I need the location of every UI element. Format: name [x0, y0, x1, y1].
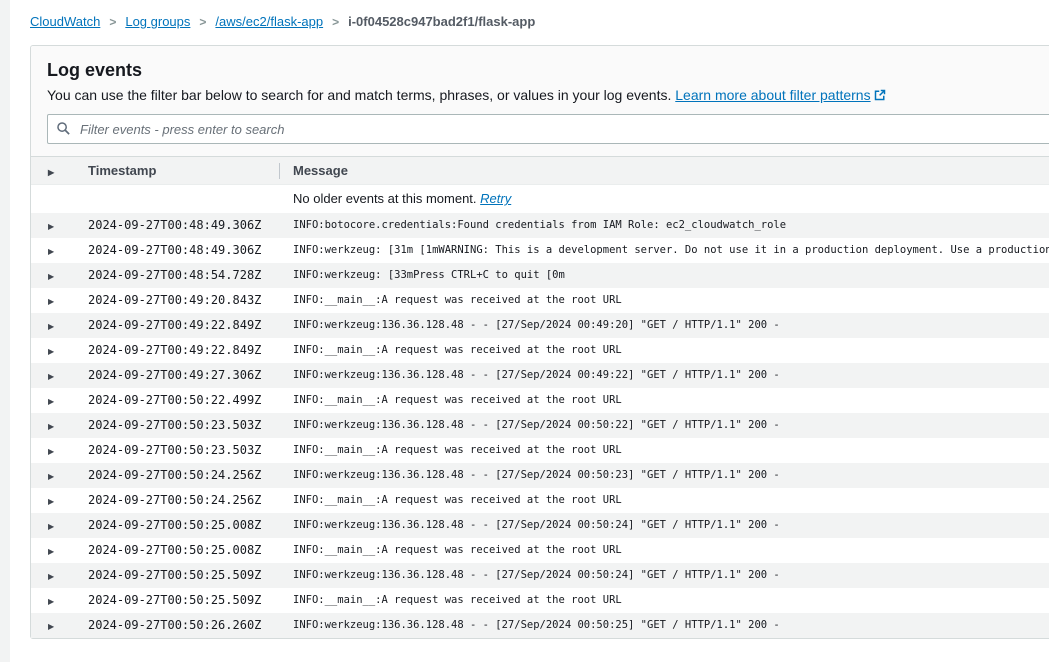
breadcrumb-separator-icon: >: [332, 15, 339, 29]
row-timestamp: 2024-09-27T00:50:24.256Z: [75, 463, 279, 488]
row-timestamp: 2024-09-27T00:50:25.008Z: [75, 538, 279, 563]
expand-row-icon[interactable]: ▶: [48, 397, 54, 406]
row-timestamp: 2024-09-27T00:49:27.306Z: [75, 363, 279, 388]
expand-row-icon[interactable]: ▶: [48, 372, 54, 381]
row-timestamp: 2024-09-27T00:49:20.843Z: [75, 288, 279, 313]
log-event-row: ▶ 2024-09-27T00:50:24.256Z INFO:werkzeug…: [31, 463, 1049, 488]
expand-row-icon[interactable]: ▶: [48, 222, 54, 231]
filter-bar: [47, 114, 1049, 144]
log-event-row: ▶ 2024-09-27T00:49:27.306Z INFO:werkzeug…: [31, 363, 1049, 388]
row-message: INFO:werkzeug:136.36.128.48 - - [27/Sep/…: [279, 563, 1049, 588]
expand-row-icon[interactable]: ▶: [48, 572, 54, 581]
breadcrumb-link[interactable]: /aws/ec2/flask-app: [215, 14, 323, 29]
expand-row-icon[interactable]: ▶: [48, 297, 54, 306]
expand-row-icon[interactable]: ▶: [48, 422, 54, 431]
left-rail: [0, 0, 10, 662]
row-message: INFO:__main__:A request was received at …: [279, 388, 1049, 413]
log-events-table: ▶ Timestamp Message No older events at t…: [31, 156, 1049, 638]
learn-more-link[interactable]: Learn more about filter patterns: [675, 87, 885, 103]
row-timestamp: 2024-09-27T00:50:22.499Z: [75, 388, 279, 413]
row-message: INFO:werkzeug:136.36.128.48 - - [27/Sep/…: [279, 613, 1049, 638]
log-event-row: ▶ 2024-09-27T00:48:54.728Z INFO:werkzeug…: [31, 263, 1049, 288]
row-message: INFO:werkzeug:136.36.128.48 - - [27/Sep/…: [279, 313, 1049, 338]
log-table-body: No older events at this moment. Retry ▶ …: [31, 185, 1049, 638]
row-timestamp: 2024-09-27T00:50:23.503Z: [75, 413, 279, 438]
row-timestamp: 2024-09-27T00:50:23.503Z: [75, 438, 279, 463]
expand-row-icon[interactable]: ▶: [48, 597, 54, 606]
row-timestamp: 2024-09-27T00:50:26.260Z: [75, 613, 279, 638]
filter-events-input[interactable]: [47, 114, 1049, 144]
log-event-row: ▶ 2024-09-27T00:50:24.256Z INFO:__main__…: [31, 488, 1049, 513]
row-message: INFO:werkzeug:136.36.128.48 - - [27/Sep/…: [279, 413, 1049, 438]
no-older-events-text: No older events at this moment.: [293, 191, 477, 206]
expand-row-icon[interactable]: ▶: [48, 247, 54, 256]
expand-row-icon[interactable]: ▶: [48, 272, 54, 281]
log-event-row: ▶ 2024-09-27T00:50:22.499Z INFO:__main__…: [31, 388, 1049, 413]
row-timestamp: 2024-09-27T00:50:24.256Z: [75, 488, 279, 513]
page-title: Log events: [47, 58, 1049, 82]
row-message: INFO:werkzeug:136.36.128.48 - - [27/Sep/…: [279, 463, 1049, 488]
row-message: INFO:werkzeug:136.36.128.48 - - [27/Sep/…: [279, 513, 1049, 538]
row-message: INFO:werkzeug: [33mPress CTRL+C to quit …: [279, 263, 1049, 288]
log-event-row: ▶ 2024-09-27T00:50:25.509Z INFO:__main__…: [31, 588, 1049, 613]
row-timestamp: 2024-09-27T00:50:25.509Z: [75, 588, 279, 613]
log-event-row: ▶ 2024-09-27T00:50:25.509Z INFO:werkzeug…: [31, 563, 1049, 588]
row-message: INFO:__main__:A request was received at …: [279, 288, 1049, 313]
log-event-row: ▶ 2024-09-27T00:50:23.503Z INFO:__main__…: [31, 438, 1049, 463]
expand-row-icon[interactable]: ▶: [48, 497, 54, 506]
log-event-row: ▶ 2024-09-27T00:50:23.503Z INFO:werkzeug…: [31, 413, 1049, 438]
log-event-row: ▶ 2024-09-27T00:48:49.306Z INFO:werkzeug…: [31, 238, 1049, 263]
row-timestamp: 2024-09-27T00:48:49.306Z: [75, 213, 279, 238]
row-message: INFO:botocore.credentials:Found credenti…: [279, 213, 1049, 238]
expand-row-icon[interactable]: ▶: [48, 322, 54, 331]
expand-row-icon[interactable]: ▶: [48, 447, 54, 456]
row-timestamp: 2024-09-27T00:48:49.306Z: [75, 238, 279, 263]
row-timestamp: 2024-09-27T00:49:22.849Z: [75, 313, 279, 338]
row-message: INFO:__main__:A request was received at …: [279, 438, 1049, 463]
expand-row-icon[interactable]: ▶: [48, 472, 54, 481]
row-timestamp: 2024-09-27T00:50:25.008Z: [75, 513, 279, 538]
log-events-panel: Log events You can use the filter bar be…: [30, 45, 1049, 639]
search-icon: [56, 121, 71, 136]
row-message: INFO:werkzeug:136.36.128.48 - - [27/Sep/…: [279, 363, 1049, 388]
panel-description: You can use the filter bar below to sear…: [47, 86, 1049, 104]
column-header-message: Message: [279, 157, 1049, 185]
breadcrumb-separator-icon: >: [199, 15, 206, 29]
expand-row-icon[interactable]: ▶: [48, 347, 54, 356]
log-event-row: ▶ 2024-09-27T00:49:22.849Z INFO:__main__…: [31, 338, 1049, 363]
row-message: INFO:__main__:A request was received at …: [279, 338, 1049, 363]
expand-row-icon[interactable]: ▶: [48, 622, 54, 631]
expand-row-icon[interactable]: ▶: [48, 522, 54, 531]
log-event-row: ▶ 2024-09-27T00:48:49.306Z INFO:botocore…: [31, 213, 1049, 238]
breadcrumb-link[interactable]: Log groups: [125, 14, 190, 29]
log-event-row: ▶ 2024-09-27T00:50:25.008Z INFO:werkzeug…: [31, 513, 1049, 538]
breadcrumb-link[interactable]: CloudWatch: [30, 14, 100, 29]
row-message: INFO:__main__:A request was received at …: [279, 588, 1049, 613]
row-message: INFO:werkzeug: [31m [1mWARNING: This is …: [279, 238, 1049, 263]
log-event-row: ▶ 2024-09-27T00:49:22.849Z INFO:werkzeug…: [31, 313, 1049, 338]
panel-header: Log events You can use the filter bar be…: [31, 46, 1049, 156]
row-message: INFO:__main__:A request was received at …: [279, 538, 1049, 563]
log-event-row: ▶ 2024-09-27T00:50:26.260Z INFO:werkzeug…: [31, 613, 1049, 638]
column-header-timestamp: Timestamp: [75, 157, 279, 185]
breadcrumb: CloudWatch > Log groups > /aws/ec2/flask-app…: [30, 0, 1049, 45]
log-event-row: ▶ 2024-09-27T00:49:20.843Z INFO:__main__…: [31, 288, 1049, 313]
retry-link[interactable]: Retry: [480, 191, 511, 206]
expand-all-icon[interactable]: ▶: [48, 168, 54, 177]
expand-row-icon[interactable]: ▶: [48, 547, 54, 556]
row-timestamp: 2024-09-27T00:50:25.509Z: [75, 563, 279, 588]
row-timestamp: 2024-09-27T00:49:22.849Z: [75, 338, 279, 363]
table-header-row: ▶ Timestamp Message: [31, 157, 1049, 185]
breadcrumb-separator-icon: >: [109, 15, 116, 29]
no-older-events-row: No older events at this moment. Retry: [31, 185, 1049, 213]
log-event-row: ▶ 2024-09-27T00:50:25.008Z INFO:__main__…: [31, 538, 1049, 563]
row-timestamp: 2024-09-27T00:48:54.728Z: [75, 263, 279, 288]
description-text: You can use the filter bar below to sear…: [47, 87, 671, 103]
external-link-icon: [874, 89, 886, 101]
breadcrumb-current: i-0f04528c947bad2f1/flask-app: [348, 14, 535, 29]
row-message: INFO:__main__:A request was received at …: [279, 488, 1049, 513]
